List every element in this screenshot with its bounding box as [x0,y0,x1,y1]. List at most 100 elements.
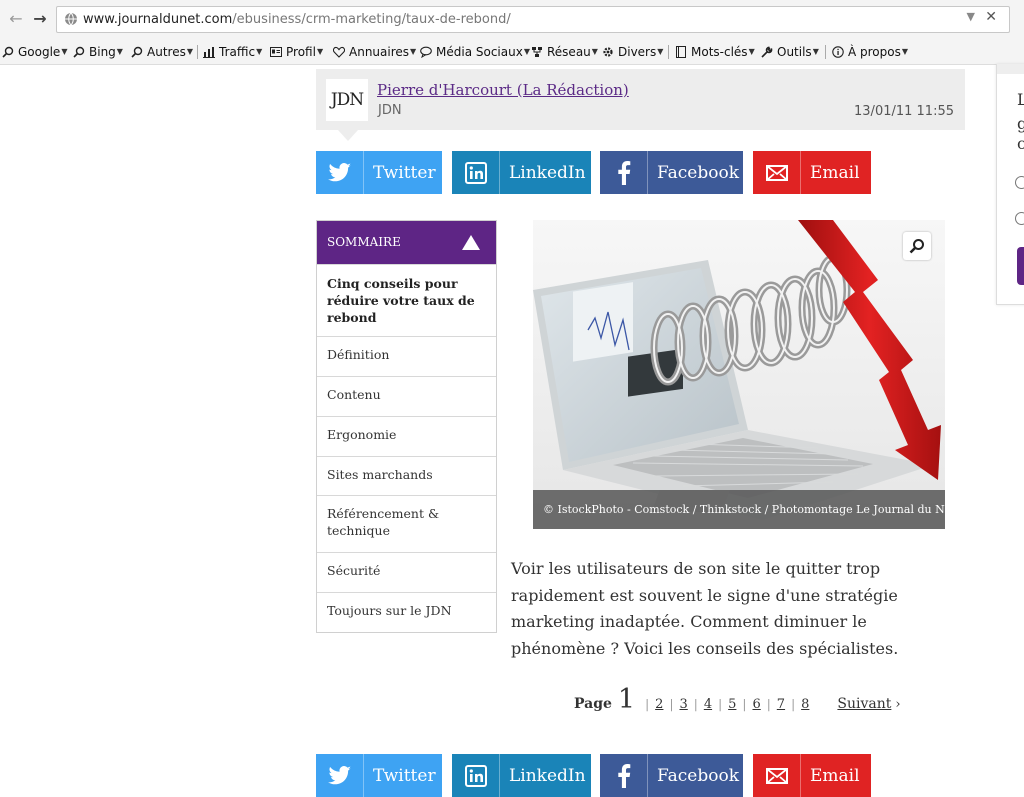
forward-icon[interactable]: → [30,9,50,29]
pagination-separator: | [645,697,650,711]
bookmark-label: Profil [286,45,316,59]
share-linkedin-button-bottom[interactable]: LinkedIn [452,754,591,797]
toc-item-securite[interactable]: Sécurité [317,552,496,592]
bookmark-reseau[interactable]: Réseau ▼ [531,44,598,60]
panel-radio-option[interactable] [1015,176,1024,189]
share-linkedin-button[interactable]: LinkedIn [452,151,591,194]
bookmark-label: À propos [848,45,901,59]
pagination-separator: | [669,697,674,711]
bookmark-profil[interactable]: Profil ▼ [270,44,323,60]
bookmark-media-sociaux[interactable]: Média Sociaux ▼ [420,44,530,60]
bookmark-mots-cles[interactable]: Mots-clés ▼ [675,44,755,60]
book-icon [676,46,686,58]
linkedin-icon [452,754,500,797]
linkedin-icon [452,151,500,194]
twitter-icon [316,151,364,194]
caret-down-icon: ▼ [748,47,755,56]
bookmarks-toolbar: Google ▼ Bing ▼ Autres ▼ Traffic ▼ Profil ▼ A… [0,40,1024,65]
share-twitter-button-bottom[interactable]: Twitter [316,754,442,797]
share-email-button[interactable]: Email [753,151,871,194]
share-email-button-bottom[interactable]: Email [753,754,871,797]
bookmark-divers[interactable]: Divers ▼ [602,44,663,60]
panel-text-fragment: g [1017,114,1024,133]
share-email-label: Email [810,162,860,183]
share-twitter-label: Twitter [373,162,436,183]
url-path: /ebusiness/crm-marketing/taux-de-rebond/ [232,12,511,27]
bookmark-traffic[interactable]: Traffic ▼ [203,44,262,60]
back-icon[interactable]: ← [6,9,26,29]
bookmark-label: Mots-clés [691,45,748,59]
bookmark-separator [825,45,826,59]
pagination-page-2[interactable]: 2 [655,697,663,712]
url-dropdown-icon[interactable]: ▼ [967,10,975,23]
toc-item-ergonomie[interactable]: Ergonomie [317,416,496,456]
share-facebook-label: Facebook [657,765,740,786]
pagination: Page 1 | 2 | 3 | 4 | 5 | 6 | 7 | 8 Suiva… [574,684,901,720]
pagination-label: Page [574,696,612,712]
caret-down-icon: ▼ [116,47,123,56]
stop-icon[interactable]: ✕ [985,9,997,25]
facebook-icon [600,151,648,194]
caret-down-icon: ▼ [591,47,598,56]
bookmark-label: Google [18,45,61,59]
toc-item-toujours-jdn[interactable]: Toujours sur le JDN [317,592,496,632]
share-facebook-button[interactable]: Facebook [600,151,743,194]
toc-item-definition[interactable]: Définition [317,336,496,376]
toc-item-contenu[interactable]: Contenu [317,376,496,416]
article-image[interactable] [533,220,945,529]
panel-radio-option[interactable] [1015,212,1024,225]
bookmark-autres[interactable]: Autres ▼ [131,44,193,60]
browser-toolbar: ← → www.journaldunet.com/ebusiness/crm-m… [0,0,1024,40]
jdn-logo: JDN [326,79,368,121]
bookmark-label: Média Sociaux [436,45,523,59]
share-facebook-button-bottom[interactable]: Facebook [600,754,743,797]
pagination-page-8[interactable]: 8 [801,697,809,712]
author-card-pointer [338,130,358,141]
pagination-next-link[interactable]: Suivant [837,696,891,712]
bookmark-separator [668,45,669,59]
caret-down-icon: ▼ [61,47,68,56]
caret-down-icon: ▼ [812,47,819,56]
bookmark-a-propos[interactable]: À propos ▼ [832,44,908,60]
twitter-icon [316,754,364,797]
pagination-page-3[interactable]: 3 [679,697,687,712]
search-icon [73,46,85,58]
pagination-page-4[interactable]: 4 [704,697,712,712]
envelope-icon [753,754,801,797]
bookmark-label: Autres [147,45,186,59]
gear-icon [603,47,613,57]
table-of-contents: SOMMAIRE Cinq conseils pour réduire votr… [316,220,497,633]
pagination-current-page: 1 [617,684,636,715]
caret-down-icon: ▼ [901,47,909,56]
toc-item-cinq-conseils[interactable]: Cinq conseils pour réduire votre taux de… [317,264,496,336]
toc-title: SOMMAIRE [327,235,401,249]
bookmark-label: Réseau [547,45,591,59]
caret-down-icon: ▼ [256,47,263,56]
panel-submit-button[interactable] [1017,247,1024,285]
search-icon [2,46,14,58]
chevron-right-icon[interactable]: › [895,697,900,712]
pagination-page-6[interactable]: 6 [752,697,760,712]
bookmark-label: Outils [777,45,812,59]
bar-chart-icon [203,47,215,58]
url-host: www.journaldunet.com [83,12,233,27]
bookmark-outils[interactable]: Outils ▼ [761,44,819,60]
bookmark-annuaires[interactable]: Annuaires ▼ [333,44,416,60]
bookmark-google[interactable]: Google ▼ [2,44,67,60]
author-name-link[interactable]: Pierre d'Harcourt (La Rédaction) [377,81,629,99]
toc-item-referencement[interactable]: Référencement & technique [317,495,496,552]
laptop-spring-illustration [533,220,945,529]
share-twitter-button[interactable]: Twitter [316,151,442,194]
pagination-page-5[interactable]: 5 [728,697,736,712]
caret-down-icon: ▼ [186,47,193,56]
address-bar[interactable]: www.journaldunet.com/ebusiness/crm-marke… [56,6,1010,33]
zoom-button[interactable] [903,232,931,260]
collapse-arrow-icon[interactable] [462,235,480,250]
toc-header[interactable]: SOMMAIRE [317,221,496,264]
bookmark-bing[interactable]: Bing ▼ [73,44,123,60]
url-text[interactable]: www.journaldunet.com/ebusiness/crm-marke… [83,12,511,27]
toc-item-sites-marchands[interactable]: Sites marchands [317,456,496,495]
heart-icon [333,46,345,58]
bookmark-label: Divers [618,45,657,59]
pagination-page-7[interactable]: 7 [777,697,785,712]
